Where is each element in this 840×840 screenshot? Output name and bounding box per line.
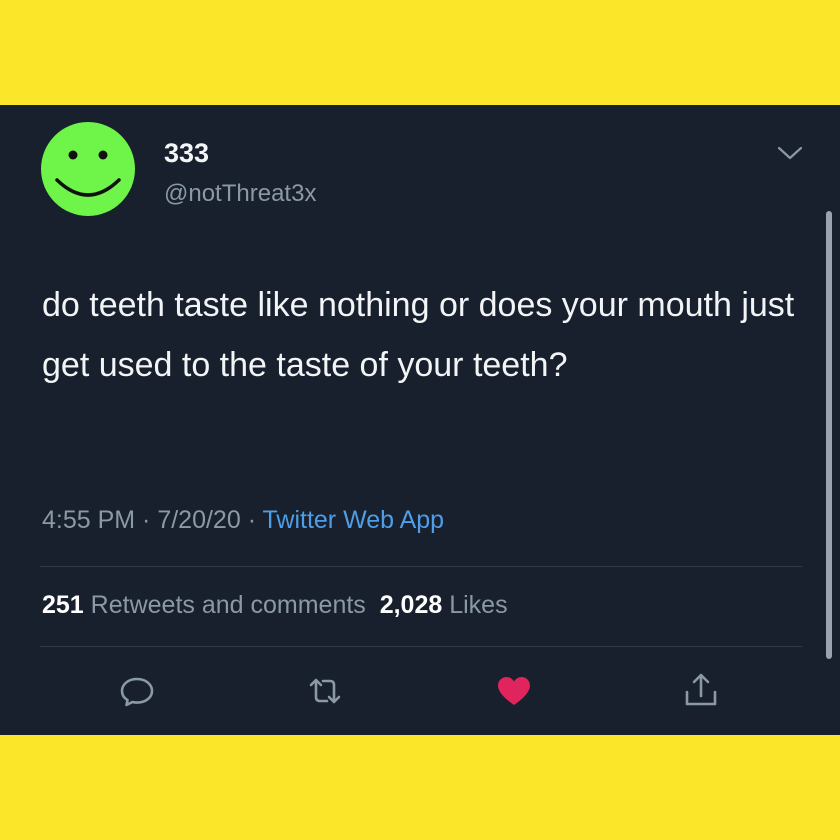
chevron-down-icon[interactable] [776,143,804,163]
scrollbar[interactable] [826,211,832,659]
share-button[interactable] [681,671,721,711]
likes-stat[interactable]: 2,028 Likes [380,591,508,619]
reply-button[interactable] [117,671,157,711]
retweets-count: 251 [42,591,84,619]
retweets-label: Retweets and comments [90,591,366,619]
retweet-button[interactable] [305,671,345,711]
likes-count: 2,028 [379,591,443,619]
retweets-stat[interactable]: 251 Retweets and comments [42,591,366,619]
tweet-source-link[interactable]: Twitter Web App [263,506,445,534]
tweet-date[interactable]: 7/20/20 [157,506,240,534]
tweet-meta: 4:55 PM · 7/20/20 · Twitter Web App [42,506,444,535]
tweet-time[interactable]: 4:55 PM [42,506,135,534]
likes-label: Likes [449,591,508,619]
tweet-text: do teeth taste like nothing or does your… [42,286,795,384]
share-upload-icon [685,673,717,706]
divider [40,566,802,567]
meta-separator: · [135,506,158,534]
user-handle[interactable]: @notThreat3x [164,180,316,208]
like-button[interactable] [494,671,534,711]
retweet-arrows-icon [309,678,341,704]
speech-bubble-icon [120,677,154,707]
tweet-stats: 251 Retweets and comments 2,028 Likes [42,591,508,620]
display-name[interactable]: 333 [164,138,209,169]
avatar[interactable] [41,122,135,216]
yellow-frame: 333 @notThreat3x do teeth taste like not… [0,0,840,840]
divider [40,646,802,647]
heart-icon [498,677,530,705]
smiley-face-icon [41,122,135,216]
meta-separator: · [240,506,263,534]
